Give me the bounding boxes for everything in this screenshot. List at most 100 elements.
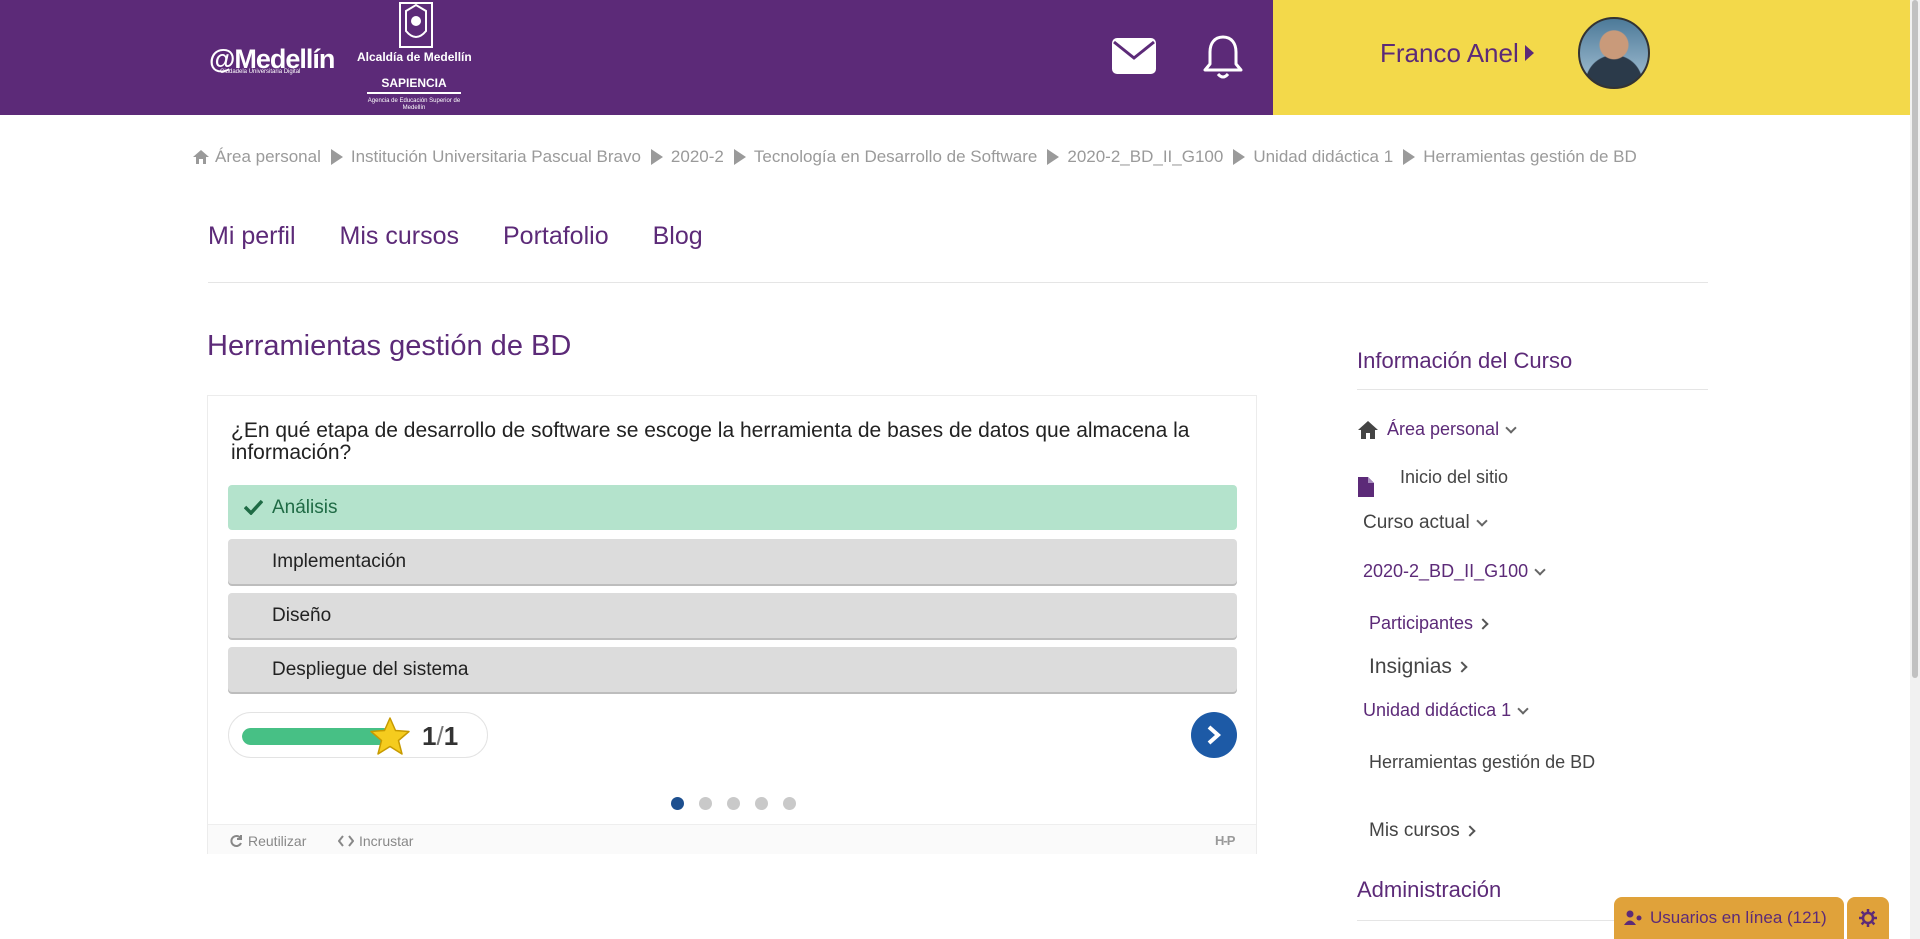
chevron-down-icon [1476,515,1488,527]
slide-dot[interactable] [783,797,796,810]
breadcrumb-item[interactable]: 2020-2_BD_II_G100 [1067,147,1223,167]
breadcrumb-separator-icon [1233,149,1246,165]
sapiencia-logo-subtitle: Agencia de Educación Superior de Medellí… [367,98,461,111]
main-nav: Mi perfil Mis cursos Portafolio Blog [208,222,703,251]
slide-dot[interactable] [727,797,740,810]
tab-mis-cursos[interactable]: Mis cursos [340,222,459,251]
alcaldia-logo-text[interactable]: Alcaldía de Medellín [357,50,472,64]
medellin-logo-subtitle: Ciudadela Universitaria Digital [220,69,301,75]
tab-portafolio[interactable]: Portafolio [503,222,609,251]
sidebar-item-label: Herramientas gestión de BD [1369,752,1596,772]
breadcrumb: Área personal Institución Universitaria … [193,147,1637,167]
embed-label: Incrustar [359,833,414,849]
answer-option[interactable]: Diseño [228,593,1237,638]
reuse-button[interactable]: Reutilizar [229,833,306,849]
answer-option-correct[interactable]: Análisis [228,485,1237,530]
sidebar-item-label: 2020-2_BD_II_G100 [1363,561,1529,581]
crest-icon [399,2,433,48]
user-name[interactable]: Franco Anel [1380,38,1519,69]
chevron-right-icon [1207,725,1222,745]
reuse-label: Reutilizar [248,833,307,849]
sidebar-item-label: Curso actual [1363,512,1470,533]
slide-dot[interactable] [755,797,768,810]
page-title: Herramientas gestión de BD [207,330,572,362]
sidebar-item-label: Mis cursos [1369,820,1460,841]
code-icon [338,835,354,847]
answer-label: Diseño [272,605,332,626]
star-icon [370,717,410,755]
breadcrumb-item[interactable]: Unidad didáctica 1 [1253,147,1393,167]
score-max: 1 [443,721,459,751]
sidebar-divider [1357,389,1708,390]
chevron-right-icon [1477,617,1489,630]
answer-option[interactable]: Implementación [228,539,1237,584]
answer-label: Despliegue del sistema [272,659,469,680]
sidebar-item-label: Insignias [1369,655,1452,678]
chevron-right-icon [1464,825,1476,837]
tab-blog[interactable]: Blog [653,222,703,251]
gear-icon [1859,909,1877,927]
online-users-button[interactable]: Usuarios en línea (121) [1614,897,1844,939]
chevron-down-icon [1505,421,1517,434]
breadcrumb-separator-icon [650,149,663,165]
sidebar-item-unidad[interactable]: Unidad didáctica 1 [1363,700,1529,721]
sidebar-item-course-code[interactable]: 2020-2_BD_II_G100 [1363,561,1546,582]
breadcrumb-separator-icon [1047,149,1060,165]
sidebar-item-insignias[interactable]: Insignias [1369,655,1468,679]
sidebar-item-label: Inicio del sitio [1400,467,1509,487]
answer-option[interactable]: Despliegue del sistema [228,647,1237,692]
bell-icon[interactable] [1202,34,1244,80]
check-icon [244,499,263,515]
sidebar-item-area-personal[interactable]: Área personal [1357,419,1517,440]
score-bar: 1/1 [228,712,488,758]
sidebar-item-inicio[interactable]: Inicio del sitio [1400,467,1508,488]
caret-right-icon[interactable] [1525,45,1534,61]
breadcrumb-item[interactable]: 2020-2 [671,147,724,167]
sidebar-item-label: Unidad didáctica 1 [1363,700,1512,720]
sidebar-item-participantes[interactable]: Participantes [1369,613,1489,634]
breadcrumb-item[interactable]: Área personal [215,147,321,167]
chevron-down-icon [1517,702,1529,715]
slide-dot[interactable] [699,797,712,810]
users-icon [1624,910,1642,925]
next-button[interactable] [1191,712,1237,758]
nav-divider [208,282,1708,283]
chevron-down-icon [1534,563,1546,576]
h5p-quiz: ¿En qué etapa de desarrollo de software … [207,395,1257,854]
score-text: 1/1 [422,721,458,752]
breadcrumb-separator-icon [330,149,343,165]
file-icon [1358,477,1374,497]
course-info-title: Información del Curso [1357,348,1573,373]
sapiencia-logo-text[interactable]: SAPIENCIA [367,76,461,94]
answer-label: Implementación [272,551,407,572]
scrollbar-thumb[interactable] [1912,0,1918,678]
online-users-label: Usuarios en línea (121) [1650,908,1827,927]
sidebar-item-mis-cursos[interactable]: Mis cursos [1369,820,1476,842]
online-settings-button[interactable] [1847,897,1889,939]
administration-title: Administración [1357,877,1502,902]
breadcrumb-item[interactable]: Tecnología en Desarrollo de Software [754,147,1038,167]
sidebar-item-curso-actual[interactable]: Curso actual [1363,512,1488,534]
breadcrumb-separator-icon [733,149,746,165]
breadcrumb-item-current[interactable]: Herramientas gestión de BD [1423,147,1637,167]
h5p-footer: Reutilizar Incrustar H-P [208,824,1256,854]
breadcrumb-separator-icon [1403,149,1416,165]
score-value: 1 [422,721,437,751]
tab-mi-perfil[interactable]: Mi perfil [208,222,296,251]
home-icon [193,150,209,164]
embed-button[interactable]: Incrustar [338,833,413,849]
mail-icon[interactable] [1112,38,1156,74]
slide-dot[interactable] [671,797,684,810]
h5p-logo[interactable]: H-P [1215,833,1235,848]
avatar[interactable] [1578,17,1650,89]
breadcrumb-item[interactable]: Institución Universitaria Pascual Bravo [351,147,641,167]
sidebar-item-label: Participantes [1369,613,1474,633]
answer-label: Análisis [272,497,338,518]
sidebar-item-herramientas[interactable]: Herramientas gestión de BD [1369,752,1595,773]
sidebar-item-label: Área personal [1387,419,1500,439]
quiz-question: ¿En qué etapa de desarrollo de software … [231,419,1190,464]
slide-dots [671,797,796,810]
refresh-icon [230,835,242,847]
score-separator: / [436,721,444,751]
home-icon [1358,420,1378,439]
